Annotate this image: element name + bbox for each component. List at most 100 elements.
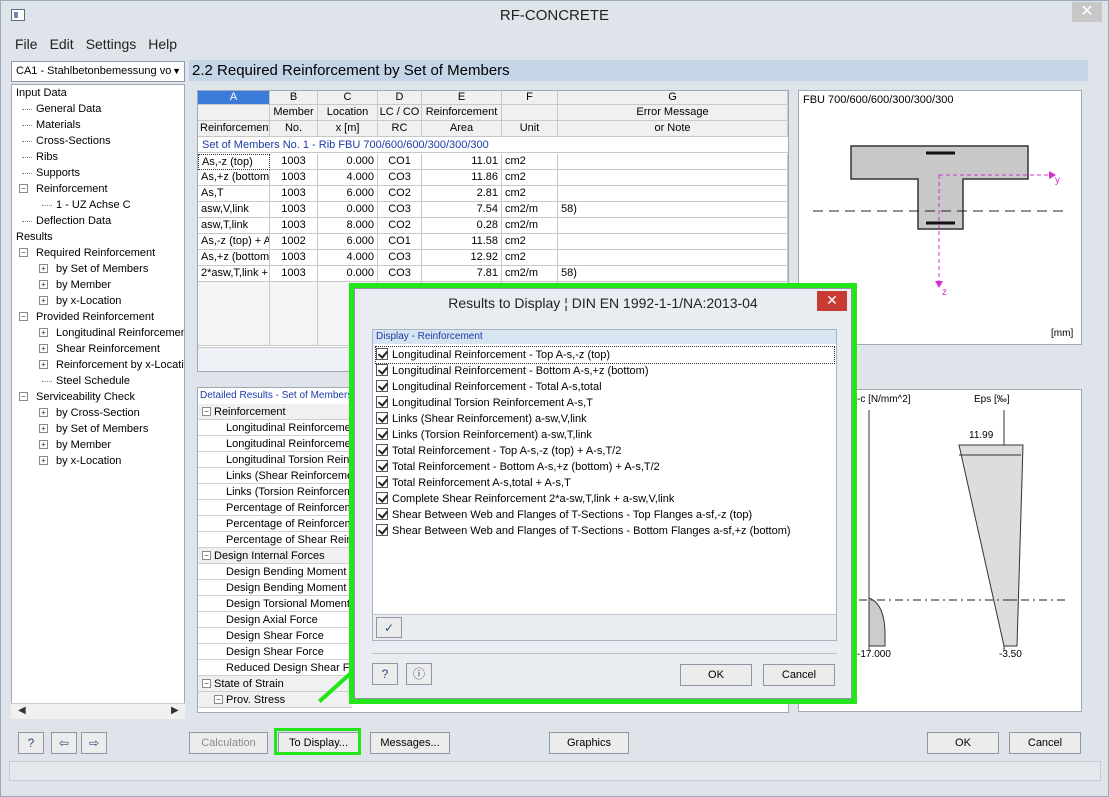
detail-item[interactable]: Percentage of Reinforcement (198, 500, 352, 516)
tree-item[interactable]: General Data (36, 101, 101, 117)
table-cell[interactable]: As,-z (top) + A (198, 234, 270, 250)
dialog-ok-button[interactable]: OK (680, 664, 752, 686)
display-option[interactable]: Longitudinal Torsion Reinforcement A-s,T (376, 395, 593, 411)
table-cell[interactable]: CO3 (378, 266, 422, 282)
tree-expander[interactable]: + (39, 440, 48, 449)
graphics-button[interactable]: Graphics (549, 732, 629, 754)
tree-expander[interactable]: − (19, 248, 28, 257)
messages-button[interactable]: Messages... (370, 732, 450, 754)
tree-item[interactable]: by Member (56, 277, 111, 293)
checkbox-checked[interactable] (376, 412, 388, 424)
table-cell[interactable]: 8.000 (318, 218, 378, 234)
calculation-button[interactable]: Calculation (189, 732, 268, 754)
table-cell[interactable]: 1003 (270, 218, 318, 234)
tree-expander[interactable]: + (39, 296, 48, 305)
table-cell[interactable]: 58) (558, 266, 788, 282)
table-cell[interactable]: CO1 (378, 234, 422, 250)
display-option[interactable]: Shear Between Web and Flanges of T-Secti… (376, 507, 752, 523)
previous-button[interactable]: ⇦ (51, 732, 77, 754)
tree-item[interactable]: Ribs (36, 149, 58, 165)
tree-item[interactable]: by x-Location (56, 453, 121, 469)
table-cell[interactable]: 2.81 (422, 186, 502, 202)
detail-group[interactable]: Design Internal Forces (198, 548, 352, 564)
display-option[interactable]: Links (Shear Reinforcement) a-sw,V,link (376, 411, 587, 427)
detail-item[interactable]: Percentage of Reinforcement (198, 516, 352, 532)
column-letter-c[interactable]: C (318, 91, 378, 105)
tree-item[interactable]: 1 - UZ Achse C (56, 197, 131, 213)
table-cell[interactable]: cm2 (502, 250, 558, 266)
display-option[interactable]: Total Reinforcement A-s,total + A-s,T (376, 475, 571, 491)
table-cell[interactable]: CO3 (378, 250, 422, 266)
next-button[interactable]: ⇨ (81, 732, 107, 754)
tree-item[interactable]: Input Data (16, 85, 67, 101)
display-option[interactable]: Total Reinforcement - Top A-s,-z (top) +… (376, 443, 621, 459)
table-cell[interactable]: 0.000 (318, 266, 378, 282)
tree-item[interactable]: by Member (56, 437, 111, 453)
table-cell[interactable] (558, 234, 788, 250)
tree-item[interactable]: Steel Schedule (56, 373, 130, 389)
tree-item[interactable]: Supports (36, 165, 80, 181)
column-letter-e[interactable]: E (422, 91, 502, 105)
display-option[interactable]: Links (Torsion Reinforcement) a-sw,T,lin… (376, 427, 592, 443)
table-cell[interactable]: asw,V,link (198, 202, 270, 218)
tree-expander[interactable]: + (39, 280, 48, 289)
detail-item[interactable]: Links (Shear Reinforcement (198, 468, 352, 484)
checkbox-checked[interactable] (376, 524, 388, 536)
tree-item[interactable]: Required Reinforcement (36, 245, 156, 261)
tree-item[interactable]: Materials (36, 117, 81, 133)
table-cell[interactable] (558, 218, 788, 234)
table-cell[interactable]: 1003 (270, 170, 318, 186)
table-cell[interactable]: 58) (558, 202, 788, 218)
column-letter-a[interactable]: A (198, 91, 270, 105)
column-letter-d[interactable]: D (378, 91, 422, 105)
table-cell[interactable]: 11.01 (422, 154, 502, 170)
tree-item[interactable]: by Set of Members (56, 421, 148, 437)
tree-expander[interactable]: − (202, 551, 211, 560)
table-cell[interactable]: As,T (198, 186, 270, 202)
table-cell[interactable]: 6.000 (318, 234, 378, 250)
dialog-info-button[interactable]: ⓘ (406, 663, 432, 685)
display-option[interactable]: Longitudinal Reinforcement - Total A-s,t… (376, 379, 602, 395)
table-cell[interactable]: 4.000 (318, 170, 378, 186)
menu-help[interactable]: Help (142, 33, 183, 52)
table-cell[interactable] (558, 154, 788, 170)
table-cell[interactable]: 11.86 (422, 170, 502, 186)
table-cell[interactable]: cm2 (502, 170, 558, 186)
table-cell[interactable]: 1003 (270, 154, 318, 170)
table-cell[interactable]: 11.58 (422, 234, 502, 250)
table-cell[interactable] (558, 170, 788, 186)
tree-expander[interactable]: − (19, 312, 28, 321)
table-cell[interactable]: As,+z (bottom) (198, 250, 270, 266)
table-cell[interactable]: 1003 (270, 266, 318, 282)
detail-item[interactable]: Design Torsional Moment (198, 596, 352, 612)
navigator-hscrollbar[interactable]: ◀ ▶ (11, 703, 185, 719)
column-letter-b[interactable]: B (270, 91, 318, 105)
detail-group[interactable]: Reinforcement (198, 404, 352, 420)
table-cell[interactable]: CO3 (378, 202, 422, 218)
tree-expander[interactable]: − (19, 184, 28, 193)
detail-item[interactable]: Links (Torsion Reinforcement (198, 484, 352, 500)
table-cell[interactable]: cm2 (502, 234, 558, 250)
tree-expander[interactable]: + (39, 408, 48, 417)
cancel-button[interactable]: Cancel (1009, 732, 1081, 754)
table-cell[interactable]: 0.28 (422, 218, 502, 234)
detail-item[interactable]: Design Bending Moment (198, 564, 352, 580)
checkbox-checked[interactable] (376, 476, 388, 488)
tree-item[interactable]: by Set of Members (56, 261, 148, 277)
tree-item[interactable]: Longitudinal Reinforcement (56, 325, 184, 341)
window-close-button[interactable]: ✕ (1072, 2, 1102, 22)
tree-item[interactable]: Deflection Data (36, 213, 111, 229)
display-option[interactable]: Total Reinforcement - Bottom A-s,+z (bot… (376, 459, 660, 475)
tree-expander[interactable]: + (39, 264, 48, 273)
table-cell[interactable]: CO3 (378, 170, 422, 186)
tree-item[interactable]: by x-Location (56, 293, 121, 309)
table-cell[interactable]: 12.92 (422, 250, 502, 266)
detail-item[interactable]: Design Shear Force (198, 628, 352, 644)
table-cell[interactable]: 7.81 (422, 266, 502, 282)
tree-item[interactable]: Shear Reinforcement (56, 341, 160, 357)
tree-item[interactable]: by Cross-Section (56, 405, 140, 421)
tree-item[interactable]: Serviceability Check (36, 389, 135, 405)
detail-item[interactable]: Design Axial Force (198, 612, 352, 628)
table-cell[interactable]: cm2/m (502, 266, 558, 282)
table-cell[interactable]: 1002 (270, 234, 318, 250)
